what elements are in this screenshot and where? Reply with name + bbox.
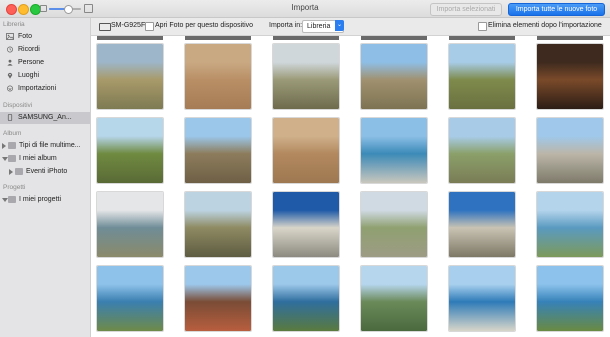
section-header-projects: Progetti	[3, 184, 26, 191]
sidebar-item-memories[interactable]: Ricordi	[0, 44, 90, 56]
delete-after-import-label: Elimina elementi dopo l'importazione	[488, 22, 602, 29]
disclosure-triangle-icon[interactable]	[9, 169, 13, 175]
section-header-library: Libreria	[3, 21, 25, 28]
device-icon	[99, 23, 111, 31]
sidebar-item-photos[interactable]: Foto	[0, 31, 90, 43]
sidebar-item-label: Importazioni	[18, 85, 57, 92]
chevron-down-icon: ⌄	[335, 20, 344, 31]
photo-thumbnail-cut[interactable]	[97, 36, 163, 40]
phone-icon	[7, 114, 13, 121]
photo-thumbnail[interactable]	[184, 191, 252, 258]
photo-thumbnail[interactable]	[272, 191, 340, 258]
people-icon	[7, 59, 13, 66]
sidebar-item-label: SAMSUNG_An...	[18, 114, 72, 121]
photo-thumbnail[interactable]	[96, 265, 164, 332]
section-header-album: Album	[3, 130, 22, 137]
photo-thumbnail[interactable]	[448, 43, 516, 110]
photo-thumbnail[interactable]	[536, 265, 604, 332]
photo-thumbnail[interactable]	[184, 265, 252, 332]
delete-after-import-checkbox[interactable]	[478, 22, 487, 31]
photo-thumbnail[interactable]	[272, 265, 340, 332]
folder-icon	[8, 142, 16, 149]
import-in-select[interactable]: Libreria ⌄	[302, 20, 344, 33]
photo-thumbnail-cut[interactable]	[449, 36, 515, 40]
device-name: SM-G925F	[111, 22, 146, 29]
import-in-value: Libreria	[307, 23, 331, 30]
photo-thumbnail[interactable]	[448, 265, 516, 332]
sidebar-item-label: Eventi iPhoto	[26, 168, 68, 175]
photo-thumbnail[interactable]	[272, 43, 340, 110]
section-header-devices: Dispositivi	[3, 102, 33, 109]
photo-thumbnail-cut[interactable]	[185, 36, 251, 40]
folder-icon	[8, 196, 16, 203]
photo-thumbnail[interactable]	[96, 117, 164, 184]
folder-icon	[8, 155, 16, 162]
sidebar-item-media-types[interactable]: Tipi di file multime...	[0, 140, 90, 152]
photo-thumbnail-cut[interactable]	[537, 36, 603, 40]
open-photos-label: Apri Foto per questo dispositivo	[155, 22, 254, 29]
sidebar-item-iphoto-events[interactable]: Eventi iPhoto	[0, 166, 90, 178]
sidebar-item-places[interactable]: Luoghi	[0, 70, 90, 82]
title-bar: Importa Importa selezionati Importa tutt…	[0, 0, 610, 18]
photo-grid	[91, 36, 610, 337]
photo-thumbnail[interactable]	[96, 191, 164, 258]
photo-thumbnail[interactable]	[272, 117, 340, 184]
photo-thumbnail[interactable]	[536, 117, 604, 184]
sidebar-item-label: I miei album	[19, 155, 57, 162]
photo-thumbnail[interactable]	[536, 191, 604, 258]
sidebar-item-my-projects[interactable]: I miei progetti	[0, 194, 90, 206]
photo-thumbnail-cut[interactable]	[361, 36, 427, 40]
folder-icon	[15, 168, 23, 175]
device-bar: SM-G925F Apri Foto per questo dispositiv…	[91, 18, 610, 36]
sidebar-item-label: Persone	[18, 59, 45, 66]
disclosure-triangle-icon[interactable]	[2, 143, 6, 149]
import-selected-button[interactable]: Importa selezionati	[430, 3, 502, 16]
photo-thumbnail[interactable]	[360, 191, 428, 258]
photos-icon	[6, 33, 14, 40]
imports-icon	[7, 85, 13, 92]
sidebar-item-my-albums[interactable]: I miei album	[0, 153, 90, 165]
photo-thumbnail[interactable]	[536, 43, 604, 110]
sidebar-item-label: I miei progetti	[19, 196, 62, 203]
sidebar-item-people[interactable]: Persone	[0, 57, 90, 69]
photo-thumbnail[interactable]	[448, 117, 516, 184]
photo-thumbnail[interactable]	[360, 265, 428, 332]
photo-thumbnail[interactable]	[184, 117, 252, 184]
import-all-button[interactable]: Importa tutte le nuove foto	[508, 3, 605, 16]
places-icon	[7, 72, 13, 79]
memories-icon	[7, 46, 13, 53]
photo-thumbnail[interactable]	[184, 43, 252, 110]
sidebar-item-samsung[interactable]: SAMSUNG_An...	[0, 112, 90, 124]
sidebar-item-label: Luoghi	[18, 72, 40, 79]
photo-thumbnail[interactable]	[360, 117, 428, 184]
sidebar-item-label: Foto	[18, 33, 33, 40]
sidebar-item-imports[interactable]: Importazioni	[0, 83, 90, 95]
photo-thumbnail-cut[interactable]	[273, 36, 339, 40]
sidebar-item-label: Tipi di file multime...	[19, 142, 81, 149]
sidebar-item-label: Ricordi	[18, 46, 40, 53]
photo-thumbnail[interactable]	[448, 191, 516, 258]
sidebar: Libreria Foto Ricordi Persone Luoghi Imp…	[0, 18, 91, 337]
open-photos-checkbox[interactable]	[145, 22, 154, 31]
import-in-label: Importa in:	[269, 22, 303, 29]
photo-thumbnail[interactable]	[96, 43, 164, 110]
photo-thumbnail[interactable]	[360, 43, 428, 110]
